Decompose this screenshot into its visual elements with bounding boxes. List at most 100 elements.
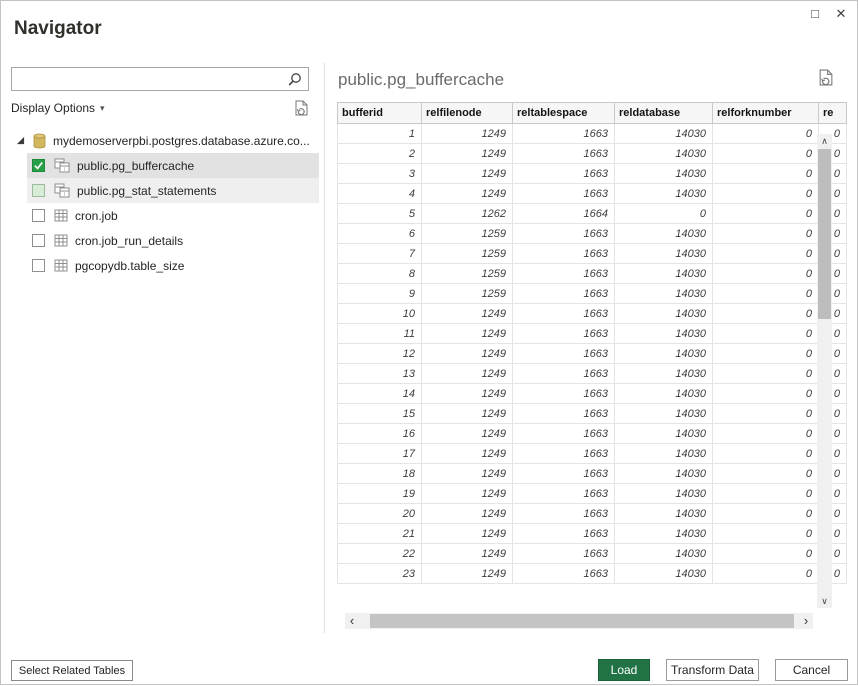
table-cell: 1664 <box>513 204 615 224</box>
table-cell: 14030 <box>615 324 713 344</box>
transform-data-button[interactable]: Transform Data <box>666 659 759 681</box>
table-cell: 14030 <box>615 124 713 144</box>
checkbox[interactable] <box>32 259 45 272</box>
scroll-right-icon[interactable]: › <box>799 613 813 629</box>
table-cell: 1249 <box>422 444 513 464</box>
table-cell: 13 <box>338 364 422 384</box>
panel-divider <box>324 63 325 633</box>
scroll-down-icon[interactable]: ∨ <box>817 594 832 608</box>
scroll-up-icon[interactable]: ∧ <box>817 134 832 148</box>
table-cell: 0 <box>713 424 819 444</box>
table-row: 8125916631403000 <box>338 264 847 284</box>
table-cell: 1663 <box>513 304 615 324</box>
table-cell: 14 <box>338 384 422 404</box>
table-cell: 0 <box>713 264 819 284</box>
table-cell: 1249 <box>422 144 513 164</box>
table-cell: 14030 <box>615 224 713 244</box>
table-row: 7125916631403000 <box>338 244 847 264</box>
table-row: 18124916631403000 <box>338 464 847 484</box>
table-cell: 1663 <box>513 264 615 284</box>
search-input[interactable] <box>12 68 282 90</box>
table-cell: 1259 <box>422 264 513 284</box>
table-cell: 0 <box>713 224 819 244</box>
tree-item-public.pg_stat_statements[interactable]: public.pg_stat_statements <box>27 178 319 203</box>
load-button[interactable]: Load <box>598 659 650 681</box>
page-title: Navigator <box>14 18 102 40</box>
table-cell: 1249 <box>422 524 513 544</box>
table-cell: 0 <box>713 164 819 184</box>
table-cell: 0 <box>713 444 819 464</box>
table-row: 6125916631403000 <box>338 224 847 244</box>
table-cell: 1663 <box>513 344 615 364</box>
tree-item-public.pg_buffercache[interactable]: public.pg_buffercache <box>27 153 319 178</box>
table-row: 22124916631403000 <box>338 544 847 564</box>
horizontal-scrollbar[interactable]: ‹ › <box>345 613 813 629</box>
view-icon <box>54 158 70 173</box>
display-options-dropdown[interactable]: Display Options ▾ <box>11 101 105 115</box>
table-cell: 7 <box>338 244 422 264</box>
table-cell: 1262 <box>422 204 513 224</box>
tree-items: public.pg_buffercache public.pg_stat_stat… <box>11 153 319 278</box>
table-cell: 1259 <box>422 284 513 304</box>
tree-item-cron.job_run_details[interactable]: cron.job_run_details <box>27 228 319 253</box>
tree-item-label: public.pg_stat_statements <box>77 184 216 198</box>
table-cell: 1249 <box>422 364 513 384</box>
table-cell: 1663 <box>513 284 615 304</box>
table-cell: 1663 <box>513 384 615 404</box>
table-cell: 1249 <box>422 424 513 444</box>
table-row: 12124916631403000 <box>338 344 847 364</box>
table-row: 11124916631403000 <box>338 324 847 344</box>
column-header-relfilenode: relfilenode <box>422 103 513 124</box>
preview-table-body: 1124916631403000212491663140300031249166… <box>338 124 847 584</box>
vertical-scrollbar[interactable]: ∧ ∨ <box>817 134 832 608</box>
table-cell: 0 <box>713 284 819 304</box>
table-row: 19124916631403000 <box>338 484 847 504</box>
preview-header-row: bufferidrelfilenodereltablespacereldatab… <box>338 103 847 124</box>
table-cell: 11 <box>338 324 422 344</box>
table-cell: 1663 <box>513 324 615 344</box>
table-cell: 0 <box>713 304 819 324</box>
table-cell: 14030 <box>615 164 713 184</box>
table-cell: 1249 <box>422 484 513 504</box>
tree-item-cron.job[interactable]: cron.job <box>27 203 319 228</box>
scroll-left-icon[interactable]: ‹ <box>345 613 359 629</box>
checkbox[interactable] <box>32 234 45 247</box>
select-related-tables-button[interactable]: Select Related Tables <box>11 660 133 681</box>
table-row: 4124916631403000 <box>338 184 847 204</box>
table-cell: 19 <box>338 484 422 504</box>
table-cell: 1 <box>338 124 422 144</box>
table-cell: 1663 <box>513 424 615 444</box>
table-cell: 14030 <box>615 184 713 204</box>
cancel-button[interactable]: Cancel <box>775 659 848 681</box>
view-icon <box>54 183 70 198</box>
table-cell: 12 <box>338 344 422 364</box>
table-cell: 1663 <box>513 444 615 464</box>
table-cell: 1249 <box>422 164 513 184</box>
tree-item-pgcopydb.table_size[interactable]: pgcopydb.table_size <box>27 253 319 278</box>
vertical-scroll-thumb[interactable] <box>818 149 831 319</box>
table-row: 23124916631403000 <box>338 564 847 584</box>
refresh-icon[interactable] <box>294 100 309 116</box>
column-header-re: re <box>819 103 847 124</box>
table-cell: 14030 <box>615 244 713 264</box>
table-cell: 1663 <box>513 364 615 384</box>
table-cell: 21 <box>338 524 422 544</box>
table-cell: 1249 <box>422 344 513 364</box>
table-row: 20124916631403000 <box>338 504 847 524</box>
preview-table: bufferidrelfilenodereltablespacereldatab… <box>337 102 847 609</box>
table-cell: 14030 <box>615 544 713 564</box>
tree-item-label: pgcopydb.table_size <box>75 259 184 273</box>
checkbox[interactable] <box>32 209 45 222</box>
search-icon[interactable] <box>282 72 308 86</box>
tree-server-row[interactable]: mydemoserverpbi.postgres.database.azure.… <box>11 128 319 153</box>
horizontal-scroll-thumb[interactable] <box>370 614 794 628</box>
preview-refresh-icon[interactable] <box>818 69 834 86</box>
table-cell: 1663 <box>513 524 615 544</box>
chevron-down-icon: ▾ <box>100 103 105 114</box>
checkbox[interactable] <box>32 184 45 197</box>
table-cell: 6 <box>338 224 422 244</box>
expand-arrow-icon[interactable] <box>11 136 29 145</box>
checkbox[interactable] <box>32 159 45 172</box>
table-cell: 1249 <box>422 544 513 564</box>
tree-item-label: cron.job_run_details <box>75 234 183 248</box>
